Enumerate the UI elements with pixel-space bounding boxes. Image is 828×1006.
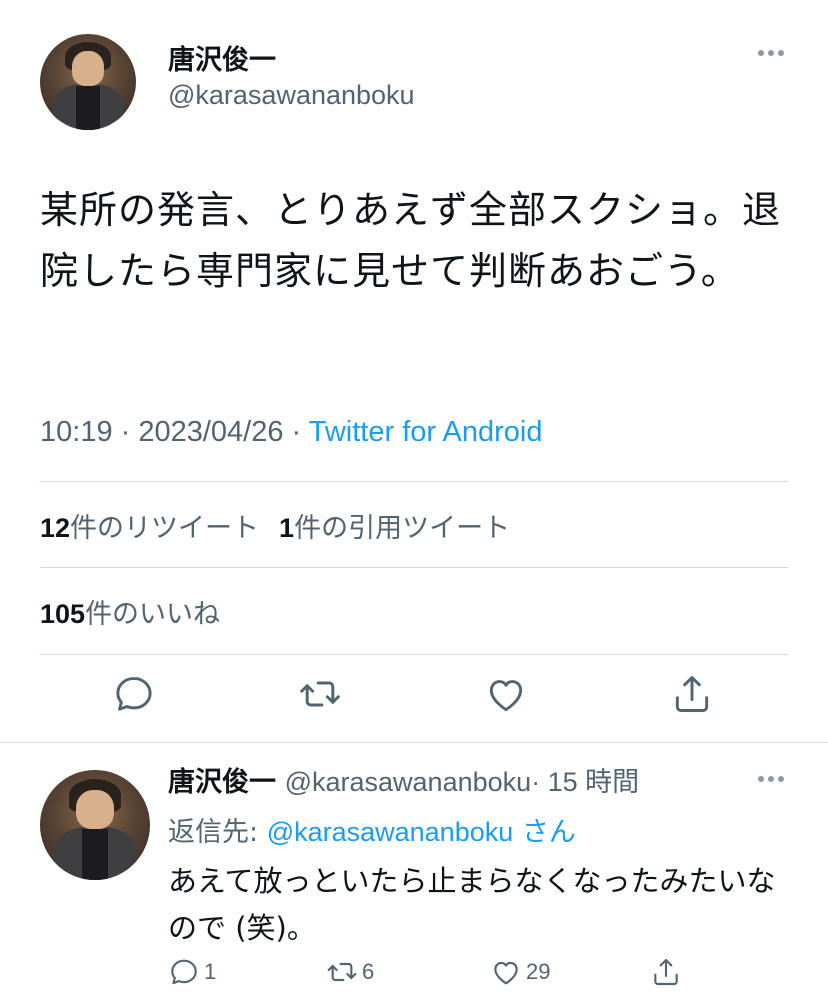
like-icon <box>494 961 518 985</box>
likes-row: 105件のいいね <box>40 592 220 631</box>
retweet-icon <box>327 962 357 982</box>
quotes-label: 件の引用ツイート <box>294 513 511 544</box>
reply-text: あえて放っといたら止まらなくなったみたいなので (笑)。 <box>168 864 776 945</box>
reply-to-prefix: 返信先: <box>168 817 267 848</box>
retweet-icon[interactable] <box>298 672 342 716</box>
more-horizontal-icon[interactable] <box>758 776 784 782</box>
action-bar <box>0 672 828 732</box>
divider <box>40 654 788 655</box>
author-name[interactable]: 唐沢俊一 <box>168 38 276 77</box>
reply-action-bar: 1 6 29 <box>0 956 828 996</box>
author-handle[interactable]: @karasawananboku <box>168 80 415 111</box>
like-count: 29 <box>526 959 551 984</box>
reply-author-handle[interactable]: @karasawananboku <box>285 767 532 797</box>
reply-icon[interactable] <box>112 672 156 716</box>
share-icon[interactable] <box>670 672 714 716</box>
reply-to-suffix: さん <box>513 817 576 848</box>
likes-stat[interactable]: 105件のいいね <box>40 592 220 631</box>
retweets-label: 件のリツイート <box>70 513 260 544</box>
reply-share-button[interactable] <box>650 956 682 988</box>
reply-like-button[interactable]: 29 <box>490 956 550 988</box>
tweet-meta: 10:19 · 2023/04/26 · Twitter for Android <box>40 416 542 449</box>
reply-retweet-button[interactable]: 6 <box>326 956 374 988</box>
tweet-timestamp[interactable]: 10:19 · 2023/04/26 · <box>40 416 309 448</box>
retweet-count: 6 <box>362 959 375 984</box>
reply-header: 唐沢俊一 @karasawananboku· 15 時間 <box>168 760 639 799</box>
share-icon <box>654 958 678 986</box>
more-horizontal-icon[interactable] <box>758 50 784 56</box>
divider <box>40 567 788 568</box>
likes-label: 件のいいね <box>85 599 221 630</box>
reply-author-name[interactable]: 唐沢俊一 <box>168 767 276 798</box>
retweets-stat[interactable]: 12件のリツイート <box>40 506 259 545</box>
reply-author-avatar[interactable] <box>40 770 150 880</box>
like-icon[interactable] <box>484 672 528 716</box>
quotes-stat[interactable]: 1件の引用ツイート <box>279 506 510 545</box>
retweets-count: 12 <box>40 513 71 543</box>
reply-icon <box>171 959 197 985</box>
likes-count: 105 <box>40 599 86 629</box>
tweet-text: 某所の発言、とりあえず全部スクショ。退院したら専門家に見せて判断あおごう。 <box>40 188 782 293</box>
author-avatar[interactable] <box>40 34 136 130</box>
reply-to-handle[interactable]: @karasawananboku <box>267 817 514 847</box>
reply-count: 1 <box>204 959 217 984</box>
reply-reply-button[interactable]: 1 <box>168 956 216 988</box>
reply-time[interactable]: · 15 時間 <box>531 767 639 797</box>
reply-to-line: 返信先: @karasawananboku さん <box>168 810 576 849</box>
divider <box>40 481 788 482</box>
stats-row: 12件のリツイート 1件の引用ツイート <box>40 506 510 545</box>
tweet-source-link[interactable]: Twitter for Android <box>309 416 543 448</box>
quotes-count: 1 <box>279 513 295 543</box>
section-divider <box>0 742 828 743</box>
